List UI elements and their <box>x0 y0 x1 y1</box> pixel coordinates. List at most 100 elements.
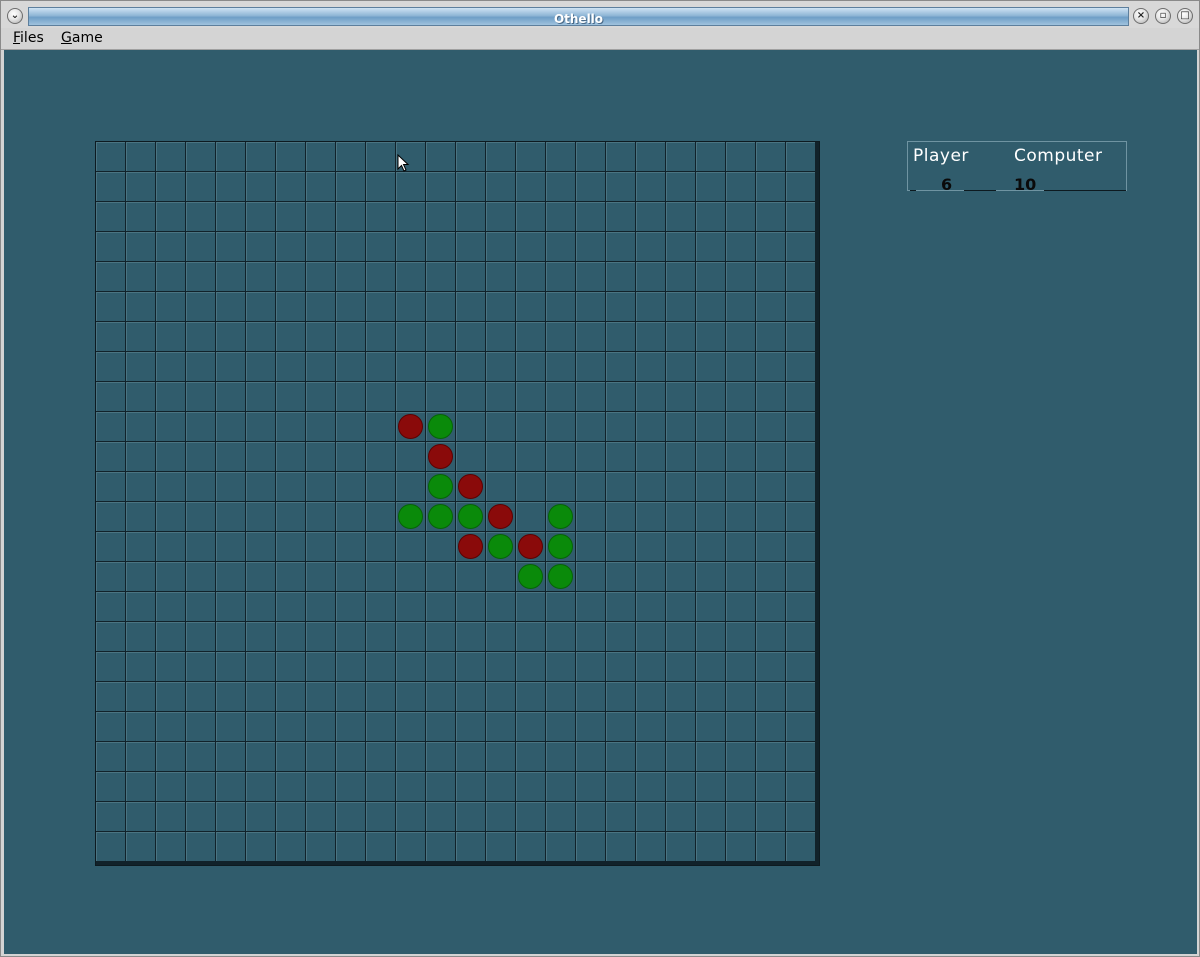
board-cell[interactable] <box>126 172 155 201</box>
board-cell[interactable] <box>426 802 455 831</box>
board-cell[interactable] <box>276 262 305 291</box>
board-cell[interactable] <box>546 832 575 861</box>
board-cell[interactable] <box>186 532 215 561</box>
board-cell[interactable] <box>636 322 665 351</box>
board-cell[interactable] <box>276 172 305 201</box>
board-cell[interactable] <box>516 622 545 651</box>
board-cell[interactable] <box>156 742 185 771</box>
board-cell[interactable] <box>486 652 515 681</box>
board-cell[interactable] <box>126 562 155 591</box>
board-cell[interactable] <box>366 502 395 531</box>
board-cell[interactable] <box>306 622 335 651</box>
board-cell[interactable] <box>336 652 365 681</box>
board-cell[interactable] <box>726 262 755 291</box>
board-cell[interactable] <box>756 262 785 291</box>
board-cell[interactable] <box>696 382 725 411</box>
board-cell[interactable] <box>366 232 395 261</box>
board-cell[interactable] <box>486 382 515 411</box>
board-cell[interactable] <box>426 502 455 531</box>
board-cell[interactable] <box>246 322 275 351</box>
board-cell[interactable] <box>786 142 815 171</box>
board-cell[interactable] <box>366 442 395 471</box>
board-cell[interactable] <box>606 172 635 201</box>
board-cell[interactable] <box>246 532 275 561</box>
board-cell[interactable] <box>366 592 395 621</box>
board-cell[interactable] <box>726 172 755 201</box>
board-cell[interactable] <box>216 472 245 501</box>
board-cell[interactable] <box>516 442 545 471</box>
board-cell[interactable] <box>336 292 365 321</box>
board-cell[interactable] <box>516 262 545 291</box>
board-cell[interactable] <box>126 532 155 561</box>
board-cell[interactable] <box>126 802 155 831</box>
board-cell[interactable] <box>486 622 515 651</box>
board-cell[interactable] <box>396 412 425 441</box>
board-cell[interactable] <box>96 502 125 531</box>
board-cell[interactable] <box>366 412 395 441</box>
board-cell[interactable] <box>336 172 365 201</box>
board-cell[interactable] <box>456 292 485 321</box>
board-cell[interactable] <box>696 802 725 831</box>
board-cell[interactable] <box>456 262 485 291</box>
board-cell[interactable] <box>336 202 365 231</box>
board-cell[interactable] <box>666 802 695 831</box>
board-cell[interactable] <box>696 652 725 681</box>
board-cell[interactable] <box>366 562 395 591</box>
board-cell[interactable] <box>276 772 305 801</box>
board-cell[interactable] <box>636 772 665 801</box>
board-cell[interactable] <box>216 382 245 411</box>
board-cell[interactable] <box>666 262 695 291</box>
board-cell[interactable] <box>606 772 635 801</box>
board-cell[interactable] <box>306 262 335 291</box>
board-cell[interactable] <box>216 202 245 231</box>
board-cell[interactable] <box>636 592 665 621</box>
board-cell[interactable] <box>726 352 755 381</box>
board-cell[interactable] <box>396 352 425 381</box>
board-cell[interactable] <box>306 712 335 741</box>
board-cell[interactable] <box>456 682 485 711</box>
board-cell[interactable] <box>276 562 305 591</box>
board-cell[interactable] <box>96 202 125 231</box>
board-cell[interactable] <box>456 592 485 621</box>
board-cell[interactable] <box>606 712 635 741</box>
board-cell[interactable] <box>216 322 245 351</box>
board-cell[interactable] <box>786 772 815 801</box>
board-cell[interactable] <box>186 592 215 621</box>
board-cell[interactable] <box>786 682 815 711</box>
board-cell[interactable] <box>96 232 125 261</box>
board-cell[interactable] <box>606 832 635 861</box>
board-cell[interactable] <box>546 592 575 621</box>
board-cell[interactable] <box>276 532 305 561</box>
board-cell[interactable] <box>306 592 335 621</box>
board-cell[interactable] <box>306 292 335 321</box>
board-cell[interactable] <box>306 802 335 831</box>
board-cell[interactable] <box>786 322 815 351</box>
board-cell[interactable] <box>306 232 335 261</box>
board-cell[interactable] <box>666 202 695 231</box>
board-cell[interactable] <box>636 652 665 681</box>
board-cell[interactable] <box>396 592 425 621</box>
board-cell[interactable] <box>186 292 215 321</box>
board-cell[interactable] <box>516 772 545 801</box>
board-cell[interactable] <box>426 622 455 651</box>
board-cell[interactable] <box>786 622 815 651</box>
board-cell[interactable] <box>126 322 155 351</box>
board-cell[interactable] <box>786 382 815 411</box>
board-cell[interactable] <box>426 562 455 591</box>
board-cell[interactable] <box>276 802 305 831</box>
board-cell[interactable] <box>516 712 545 741</box>
board-cell[interactable] <box>246 382 275 411</box>
board-cell[interactable] <box>636 472 665 501</box>
board-cell[interactable] <box>756 592 785 621</box>
board-cell[interactable] <box>546 232 575 261</box>
board-cell[interactable] <box>636 172 665 201</box>
board-cell[interactable] <box>756 442 785 471</box>
board-cell[interactable] <box>576 622 605 651</box>
board-cell[interactable] <box>756 172 785 201</box>
board-cell[interactable] <box>576 532 605 561</box>
board-cell[interactable] <box>696 592 725 621</box>
board-cell[interactable] <box>756 742 785 771</box>
board-cell[interactable] <box>696 172 725 201</box>
board-cell[interactable] <box>276 412 305 441</box>
board-cell[interactable] <box>636 802 665 831</box>
